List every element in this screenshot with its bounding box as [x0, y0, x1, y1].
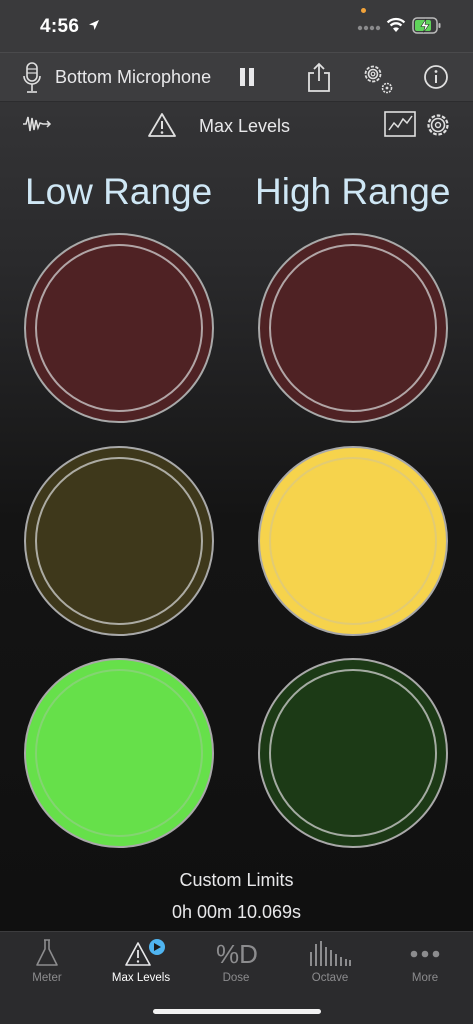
elapsed-time: 0h 00m 10.069s [171, 902, 302, 922]
tab-meter[interactable]: Meter [0, 932, 94, 992]
status-bar: 4:56 [0, 0, 473, 52]
low-green-light [24, 658, 214, 848]
wifi-icon [386, 17, 406, 32]
cellular-signal-icon [357, 25, 381, 31]
info-icon[interactable] [423, 64, 449, 90]
high-green-light [258, 658, 448, 848]
tab-dose[interactable]: %D Dose [189, 932, 283, 992]
tab-label: Dose [222, 972, 250, 984]
warning-triangle-icon [125, 939, 165, 966]
app-screen: 4:56 Bottom Microphone Max Levels Low Ra… [0, 0, 473, 1024]
tab-octave[interactable]: Octave [283, 932, 377, 992]
pause-icon[interactable] [238, 67, 256, 87]
battery-charging-icon [412, 17, 441, 34]
top-toolbar: Bottom Microphone [0, 52, 473, 102]
waveform-icon[interactable] [22, 114, 54, 134]
tab-label: Meter [32, 972, 62, 984]
tab-label: More [411, 972, 439, 984]
privacy-indicator-dot [361, 8, 366, 13]
tab-label: Max Levels [111, 972, 171, 984]
light-inner-ring [269, 669, 437, 837]
gears-icon[interactable] [360, 61, 396, 97]
flask-icon [36, 939, 58, 966]
tab-max-levels[interactable]: Max Levels [94, 932, 188, 992]
tab-more[interactable]: More [378, 932, 472, 992]
light-inner-ring [35, 244, 203, 412]
low-red-light [24, 233, 214, 423]
microphone-icon[interactable] [22, 61, 42, 95]
low-yellow-light [24, 446, 214, 636]
graph-icon[interactable] [384, 111, 416, 137]
light-inner-ring [269, 457, 437, 625]
ellipsis-icon [410, 950, 440, 958]
custom-limits-label[interactable]: Custom Limits [0, 870, 473, 891]
light-inner-ring [269, 244, 437, 412]
light-inner-ring [35, 669, 203, 837]
microphone-selector[interactable]: Bottom Microphone [55, 67, 211, 88]
percent-d-icon: %D [216, 939, 258, 968]
spectrum-bars-icon [310, 941, 351, 966]
warning-triangle-icon [148, 113, 176, 137]
light-inner-ring [35, 457, 203, 625]
home-indicator [153, 1009, 321, 1014]
status-time: 4:56 [40, 16, 80, 37]
location-arrow-icon [89, 20, 99, 30]
high-yellow-light [258, 446, 448, 636]
mode-title: Max Levels [199, 116, 291, 136]
share-icon[interactable] [306, 61, 332, 93]
tab-label: Octave [311, 972, 349, 984]
settings-gear-icon[interactable] [425, 112, 451, 138]
mode-toolbar: Max Levels [0, 102, 473, 148]
high-range-title: High Range [255, 171, 451, 212]
svg-text:%D: %D [216, 939, 258, 968]
low-range-title: Low Range [25, 171, 213, 212]
high-red-light [258, 233, 448, 423]
